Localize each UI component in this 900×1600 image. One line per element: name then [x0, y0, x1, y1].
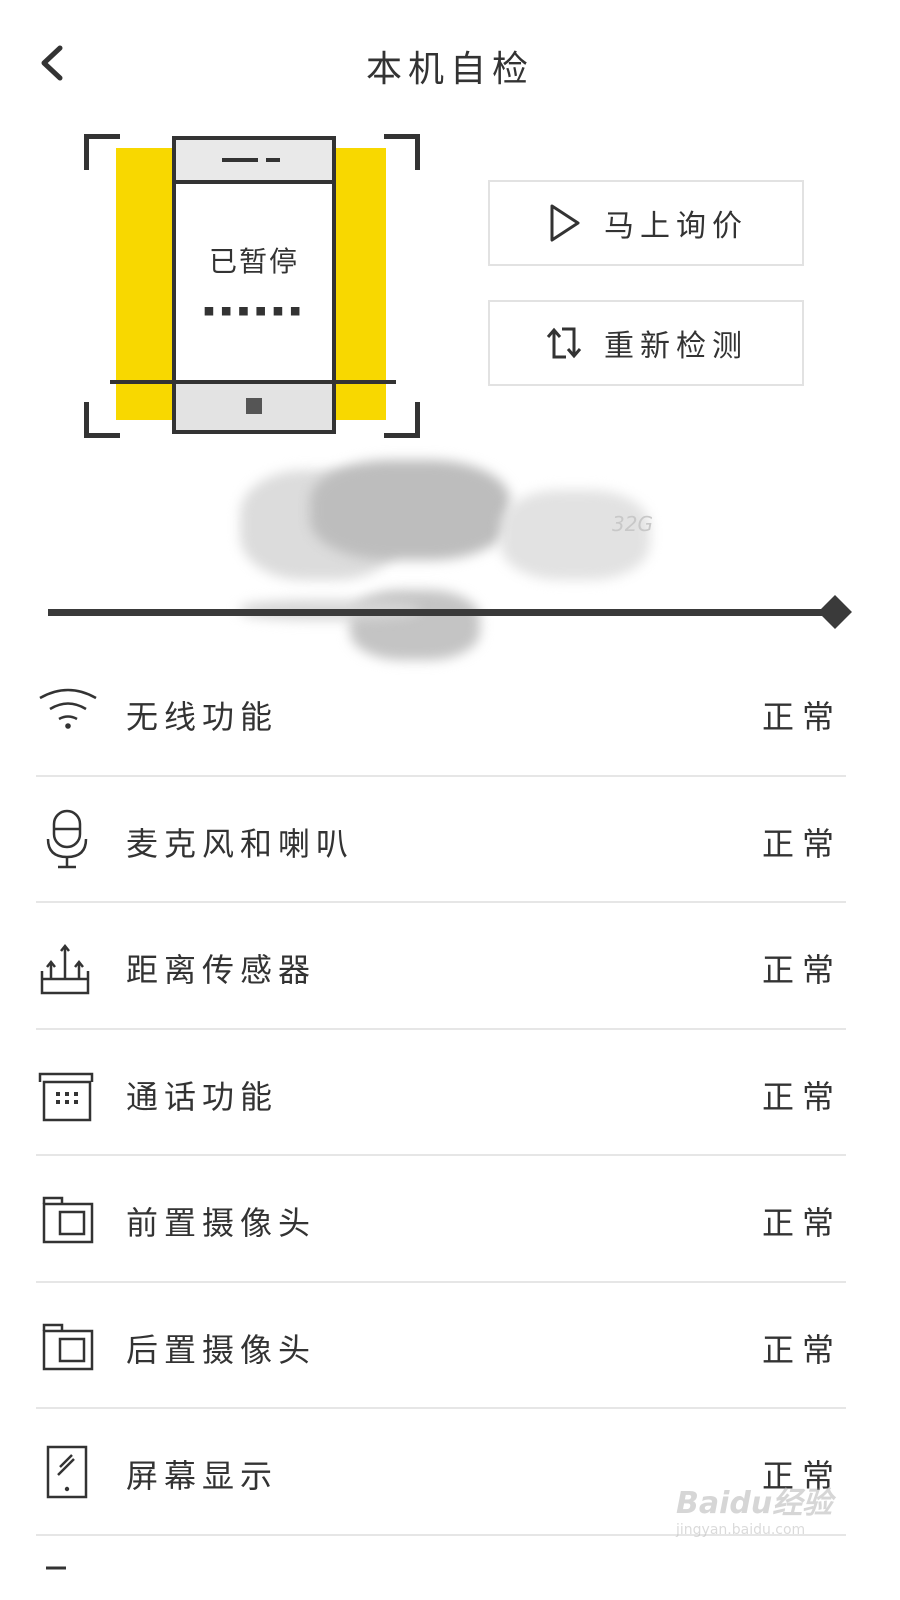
device-illustration: 已暂停 ▪▪▪▪▪▪ — [80, 128, 420, 448]
page-title: 本机自检 — [365, 49, 534, 90]
pause-status-text: 已暂停 — [208, 245, 299, 278]
home-button-icon — [246, 398, 262, 414]
play-icon — [550, 204, 580, 242]
list-item[interactable]: 前置摄像头 正常 — [36, 1156, 846, 1283]
rear-camera-icon — [42, 1323, 94, 1370]
list-item[interactable]: 无线功能 正常 — [36, 650, 846, 777]
retest-button[interactable]: 重新检测 — [488, 300, 804, 386]
wifi-icon — [39, 688, 97, 729]
check-name: 无线功能 — [126, 698, 279, 736]
list-item[interactable]: 距离传感器 正常 — [36, 903, 846, 1030]
partial-item-icon — [46, 1566, 66, 1569]
proximity-sensor-icon — [40, 943, 90, 995]
get-quote-label: 马上询价 — [604, 209, 748, 244]
masked-code: ▪▪▪▪▪▪ — [202, 298, 306, 323]
front-camera-icon — [42, 1196, 94, 1244]
watermark-logo: Baidu经验 — [676, 1486, 833, 1521]
list-item[interactable]: 通话功能 正常 — [36, 1030, 846, 1156]
phone-top-bezel — [176, 140, 332, 184]
check-name: 距离传感器 — [126, 951, 317, 989]
screen-icon — [46, 1445, 88, 1499]
watermark: Baidu经验 jingyan.baidu.com — [676, 1478, 856, 1548]
phone-bottom-bezel — [176, 380, 332, 430]
scan-corner — [384, 134, 420, 170]
storage-capacity: 32G — [612, 512, 653, 536]
check-name: 后置摄像头 — [126, 1330, 317, 1369]
check-list: 无线功能 正常 麦克风和喇叭 正常 距离传感器 正常 通话功能 正常 前置摄像头… — [36, 650, 846, 1576]
check-status: 正常 — [761, 698, 842, 736]
scan-corner — [384, 402, 420, 438]
check-status: 正常 — [761, 1204, 842, 1242]
speaker-slot — [222, 158, 258, 162]
get-quote-button[interactable]: 马上询价 — [488, 180, 804, 266]
retest-label: 重新检测 — [604, 329, 748, 364]
check-status: 正常 — [761, 824, 842, 863]
check-name: 前置摄像头 — [126, 1204, 317, 1242]
check-status: 正常 — [761, 951, 842, 989]
check-name: 麦克风和喇叭 — [126, 824, 355, 863]
scan-corner — [84, 134, 120, 170]
progress-bar — [48, 609, 836, 616]
refresh-icon — [546, 327, 582, 359]
phone-icon: 已暂停 ▪▪▪▪▪▪ — [172, 136, 336, 434]
top-bar: 本机自检 — [0, 0, 900, 130]
scan-line — [110, 380, 396, 384]
microphone-icon — [46, 809, 88, 868]
watermark-url: jingyan.baidu.com — [676, 1522, 806, 1538]
redacted-device-info — [220, 440, 670, 660]
camera-slot — [266, 158, 280, 162]
progress-end-marker — [818, 595, 852, 629]
check-name: 屏幕显示 — [126, 1457, 279, 1495]
check-status: 正常 — [761, 1330, 842, 1369]
check-name: 通话功能 — [126, 1077, 279, 1116]
check-status: 正常 — [761, 1077, 842, 1116]
telephone-icon — [38, 1072, 94, 1121]
list-item[interactable]: 后置摄像头 正常 — [36, 1283, 846, 1409]
scan-corner — [84, 402, 120, 438]
list-item[interactable]: 麦克风和喇叭 正常 — [36, 777, 846, 903]
